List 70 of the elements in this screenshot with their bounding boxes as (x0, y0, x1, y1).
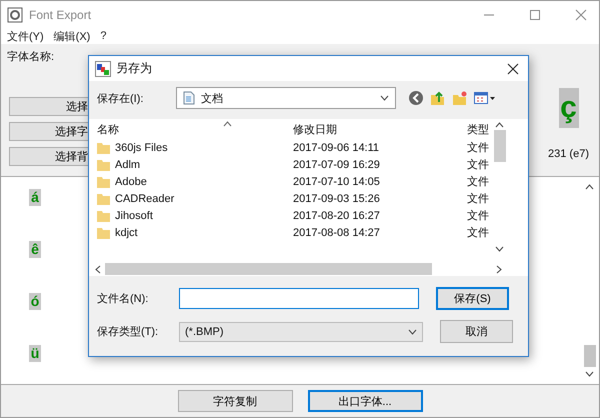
menu-item[interactable]: 文件(Y) (7, 28, 44, 44)
scroll-thumb[interactable] (105, 263, 432, 275)
scrollbar[interactable] (492, 122, 507, 252)
scroll-down-icon (585, 371, 594, 377)
date-cell-text: 2017-08-20 16:27 (292, 210, 381, 222)
type-cell-text: 文件 (467, 226, 490, 240)
scroll-thumb[interactable] (584, 345, 596, 367)
cancel-button[interactable]: 取消 (440, 320, 513, 343)
font-name-label: 字体名称: (7, 50, 56, 64)
up-folder-icon (430, 90, 446, 106)
folder-icon (97, 210, 110, 222)
abc-icon (95, 60, 111, 76)
save-button[interactable]: 保存(S) (436, 287, 509, 310)
copy-button[interactable]: 字符复制 (178, 390, 292, 412)
type-cell-text: 文件 (467, 208, 490, 223)
column-header[interactable]: 类型 (467, 122, 495, 136)
glyph-preview: ç (558, 88, 578, 128)
file-type-label: 保存类型(T): (97, 325, 160, 339)
file-type-dropdown[interactable]: (*.BMP) (179, 322, 423, 342)
scroll-thumb[interactable] (494, 130, 506, 162)
file-name[interactable]: CADReader (115, 192, 174, 204)
maximize-icon (529, 8, 541, 20)
date-cell-text: 2017-09-03 15:26 (292, 192, 381, 204)
character-code: 231 (e7) (548, 148, 589, 160)
scroll-down-icon (495, 246, 504, 252)
select-button[interactable]: 选择字 (9, 122, 89, 141)
chevron-down-icon (380, 95, 389, 101)
file-name[interactable]: 360js Files (115, 142, 168, 154)
date-cell-text: 2017-07-10 14:05 (292, 176, 381, 188)
folder-icon (97, 226, 110, 238)
sort-icon (223, 121, 232, 127)
scroll-left-icon (95, 264, 101, 274)
scroll-right-icon (496, 264, 502, 274)
document-icon (183, 91, 195, 105)
date-cell-text: 2017-07-09 16:29 (292, 158, 381, 170)
date-cell-text: 2017-08-08 14:27 (292, 226, 381, 238)
location-dropdown[interactable]: 文档 (176, 87, 396, 109)
new-folder-icon (452, 90, 468, 106)
folder-icon (97, 142, 110, 154)
file-name[interactable]: Adlm (115, 158, 140, 170)
dialog-title: 另存为 (116, 60, 152, 77)
scroll-up-icon (585, 184, 594, 190)
app-icon (7, 6, 23, 22)
file-name-field[interactable] (179, 288, 419, 309)
type-cell-text: 文件 (467, 174, 490, 189)
column-header[interactable]: 修改日期 (291, 122, 467, 136)
scroll-up-icon (495, 122, 504, 128)
date-cell-text: 2017-09-06 14:11 (292, 142, 380, 154)
folder-icon (97, 158, 110, 170)
type-cell-text: 文件 (467, 192, 490, 206)
file-name-label: 文件名(N): (97, 292, 150, 306)
type-cell-text: 文件 (467, 158, 490, 172)
select-button[interactable]: 选择背 (9, 147, 89, 166)
select-button[interactable]: 选择 (9, 97, 89, 116)
file-name[interactable]: Adobe (115, 176, 147, 188)
save-in-label: 保存在(I): (97, 92, 144, 106)
chevron-down-icon (408, 328, 417, 334)
column-header[interactable]: 名称 (89, 122, 291, 136)
window-title: Font Export (29, 8, 92, 22)
close-icon (507, 62, 519, 74)
file-name[interactable]: Jihosoft (115, 210, 153, 222)
menu-item[interactable]: ? (100, 30, 106, 42)
file-name[interactable]: kdjct (115, 226, 138, 238)
back-icon (408, 90, 424, 106)
type-cell-text: 文件 (467, 140, 490, 155)
export-button[interactable]: 出口字体... (308, 390, 422, 412)
view-menu-icon (474, 91, 496, 105)
folder-icon (97, 192, 110, 204)
close-icon (575, 8, 587, 20)
menu-item[interactable]: 编辑(X) (54, 28, 90, 44)
